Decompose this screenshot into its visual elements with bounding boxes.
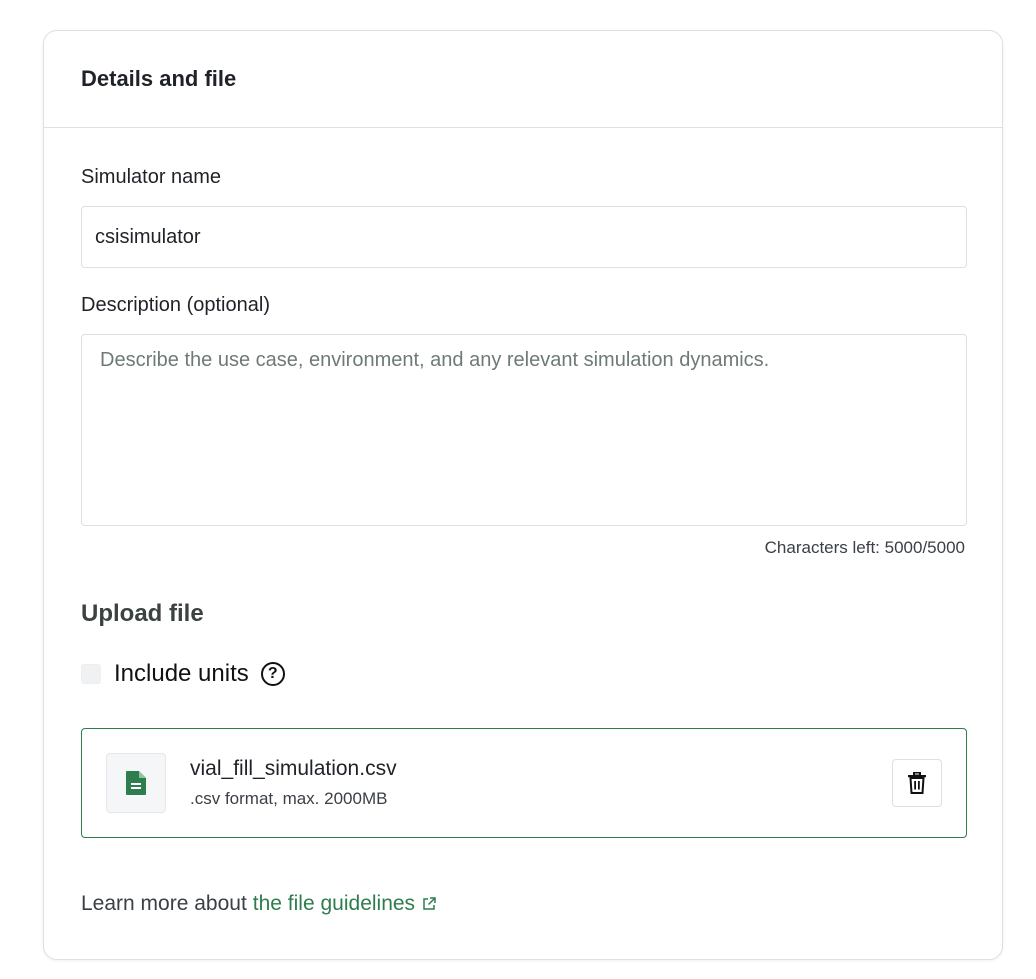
uploaded-file-card: vial_fill_simulation.csv .csv format, ma… xyxy=(81,728,967,838)
include-units-label[interactable]: Include units xyxy=(114,660,249,688)
file-icon-container xyxy=(106,753,166,813)
trash-icon xyxy=(908,772,926,794)
simulator-name-label: Simulator name xyxy=(81,166,222,188)
file-guidelines-link[interactable]: the file guidelines xyxy=(253,892,415,916)
characters-left-counter: Characters left: 5000/5000 xyxy=(764,538,965,557)
learn-more-text: Learn more about the file guidelines xyxy=(81,892,436,916)
external-link-icon[interactable] xyxy=(422,897,436,911)
simulator-name-input[interactable] xyxy=(81,206,967,268)
description-label: Description (optional) xyxy=(81,294,270,316)
file-document-icon xyxy=(126,771,146,795)
file-name: vial_fill_simulation.csv xyxy=(190,757,397,780)
delete-file-button[interactable] xyxy=(892,759,942,807)
card-title: Details and file xyxy=(81,66,237,91)
question-circle-icon[interactable]: ? xyxy=(260,662,285,686)
description-textarea[interactable] xyxy=(81,334,967,526)
details-card: Details and file Simulator name Descript… xyxy=(43,30,1003,960)
include-units-row: Include units ? xyxy=(81,660,285,688)
include-units-checkbox[interactable] xyxy=(81,664,101,684)
card-header: Details and file xyxy=(44,31,1002,128)
upload-file-title: Upload file xyxy=(81,600,204,627)
file-info: vial_fill_simulation.csv .csv format, ma… xyxy=(190,757,397,809)
file-meta: .csv format, max. 2000MB xyxy=(190,789,388,808)
learn-more-prefix: Learn more about xyxy=(81,892,247,915)
